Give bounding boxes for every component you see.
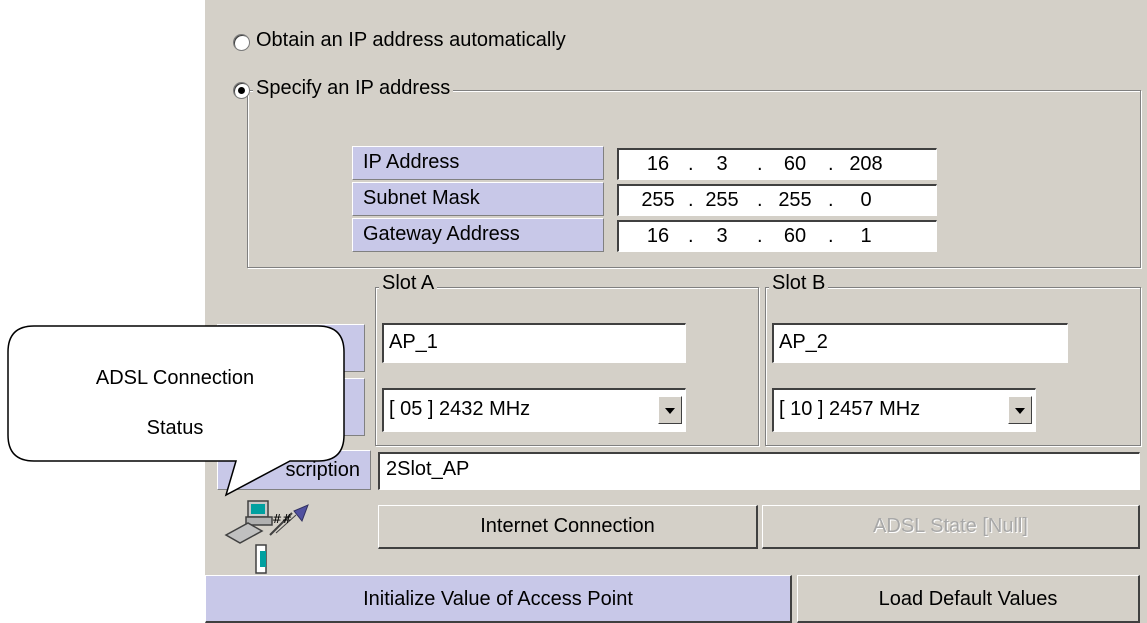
subnet-mask-label: Subnet Mask bbox=[352, 182, 604, 216]
initialize-values-button[interactable]: Initialize Value of Access Point bbox=[205, 575, 792, 623]
callout-line-2: Status bbox=[146, 417, 204, 439]
obtain-ip-radio[interactable] bbox=[233, 34, 250, 51]
slot-b-essid-input[interactable]: AP_2 bbox=[772, 323, 1068, 363]
ip-address-field[interactable]: 16 . 3 . 60 . 208 bbox=[617, 148, 937, 180]
subnet-octet-1: 255 bbox=[641, 189, 675, 211]
obtain-ip-label: Obtain an IP address automatically bbox=[256, 29, 566, 51]
ip-octet-1: 16 bbox=[646, 153, 670, 175]
internet-connection-button[interactable]: Internet Connection bbox=[378, 505, 758, 549]
subnet-octet-4: 0 bbox=[860, 189, 872, 211]
slot-b-title: Slot B bbox=[769, 272, 829, 295]
slot-a-essid-input[interactable]: AP_1 bbox=[382, 323, 686, 363]
ip-address-label: IP Address bbox=[352, 146, 604, 180]
svg-text:##: ## bbox=[272, 512, 292, 526]
description-input[interactable]: 2Slot_AP bbox=[378, 452, 1140, 490]
specify-ip-label: Specify an IP address bbox=[253, 77, 454, 100]
callout-line-1: ADSL Connection bbox=[95, 367, 255, 389]
gateway-octet-3: 60 bbox=[783, 225, 807, 247]
load-default-values-button[interactable]: Load Default Values bbox=[797, 575, 1140, 623]
slot-a-channel-value: [ 05 ] 2432 MHz bbox=[389, 398, 531, 420]
adsl-state-button[interactable]: ADSL State [Null] bbox=[762, 505, 1140, 549]
subnet-octet-3: 255 bbox=[778, 189, 812, 211]
slot-b-channel-value: [ 10 ] 2457 MHz bbox=[779, 398, 921, 420]
ip-octet-2: 3 bbox=[716, 153, 728, 175]
ip-octet-3: 60 bbox=[783, 153, 807, 175]
computer-network-icon: ## bbox=[222, 495, 322, 575]
adsl-status-callout: ADSL Connection Status bbox=[0, 325, 350, 505]
gateway-address-label: Gateway Address bbox=[352, 218, 604, 252]
gateway-address-field[interactable]: 16 . 3 . 60 . 1 bbox=[617, 220, 937, 252]
specify-ip-radio[interactable] bbox=[233, 82, 250, 99]
slot-a-channel-select[interactable]: [ 05 ] 2432 MHz bbox=[382, 388, 686, 432]
slot-a-title: Slot A bbox=[379, 272, 438, 295]
slot-b-chevron-down-icon[interactable] bbox=[1008, 396, 1032, 424]
subnet-octet-2: 255 bbox=[705, 189, 739, 211]
gateway-octet-4: 1 bbox=[860, 225, 872, 247]
slot-b-channel-select[interactable]: [ 10 ] 2457 MHz bbox=[772, 388, 1036, 432]
slot-a-chevron-down-icon[interactable] bbox=[658, 396, 682, 424]
gateway-octet-1: 16 bbox=[646, 225, 670, 247]
gateway-octet-2: 3 bbox=[716, 225, 728, 247]
subnet-mask-field[interactable]: 255 . 255 . 255 . 0 bbox=[617, 184, 937, 216]
ip-octet-4: 208 bbox=[849, 153, 883, 175]
